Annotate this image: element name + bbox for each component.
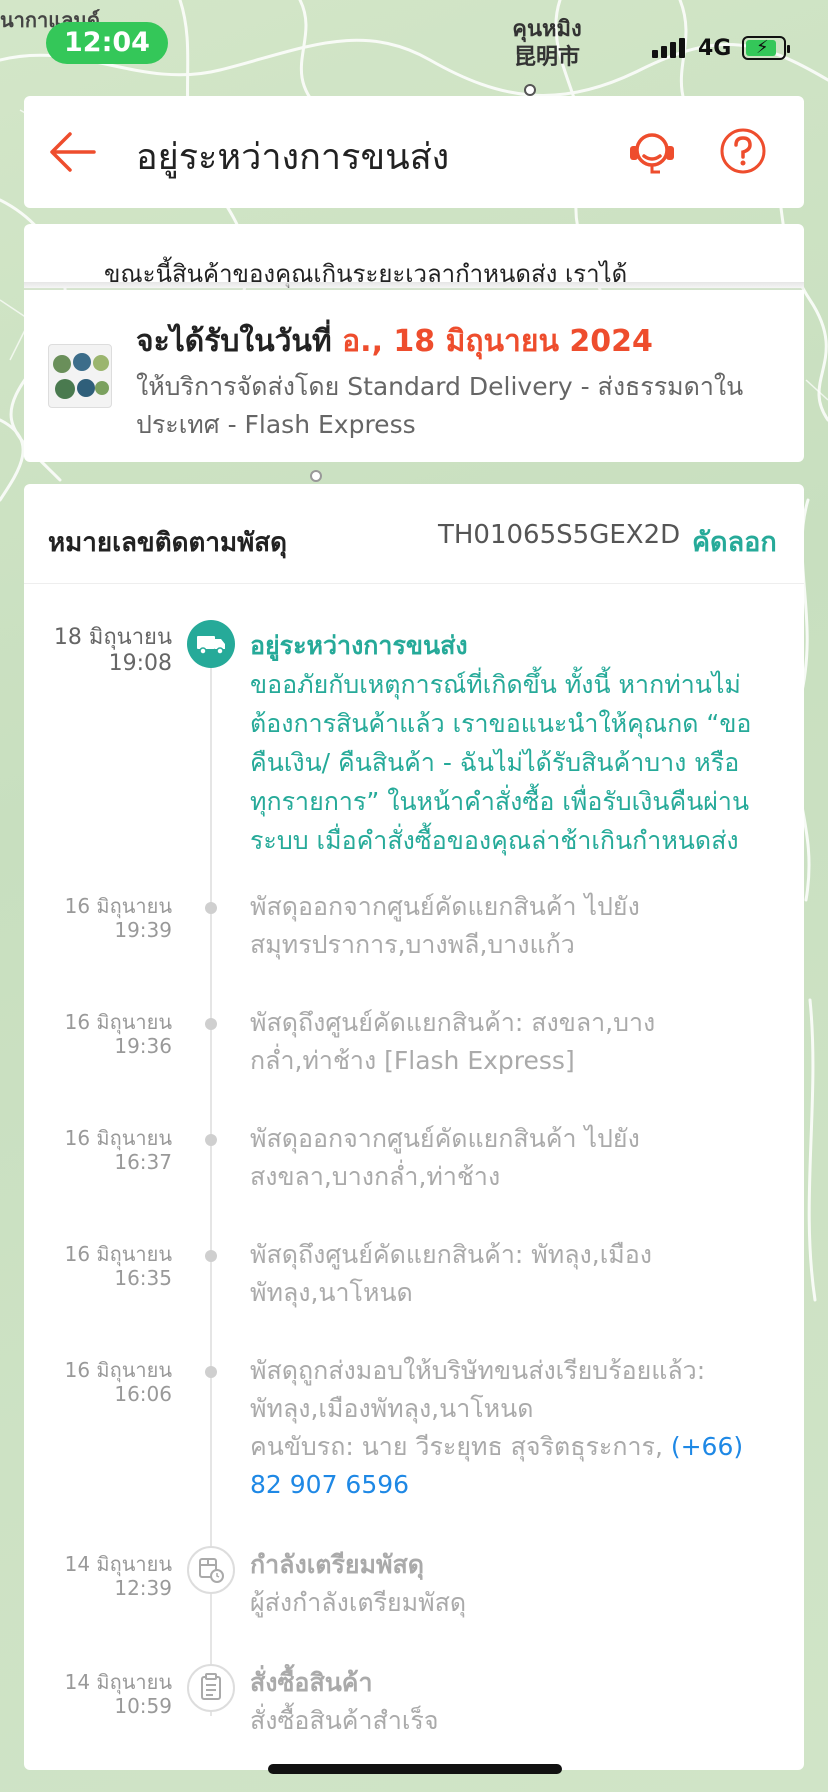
event-line: ระบบ เมื่อคำสั่งซื้อของคุณล่าช้าเกินกำหน…: [250, 826, 739, 855]
product-thumbnail[interactable]: [48, 344, 112, 408]
event-text: สั่งซื้อสินค้า สั่งซื้อสินค้าสำเร็จ: [250, 1664, 790, 1740]
home-indicator[interactable]: [268, 1764, 562, 1774]
event-text: อยู่ระหว่างการขนส่ง ขออภัยกับเหตุการณ์ที…: [250, 626, 790, 860]
tracking-number: TH01065S5GEX2D: [438, 520, 681, 550]
truck-icon: [187, 620, 235, 668]
event-text: กำลังเตรียมพัสดุ ผู้ส่งกำลังเตรียมพัสดุ: [250, 1546, 790, 1622]
event-time: 12:39: [114, 1576, 172, 1600]
event-date: 14 มิถุนายน: [64, 1670, 172, 1694]
event-line: สงขลา,บางกล่ำ,ท่าช้าง: [250, 1162, 501, 1191]
event-text: พัสดุถึงศูนย์คัดแยกสินค้า: สงขลา,บาง กล่…: [250, 1004, 790, 1080]
event-text: พัสดุถูกส่งมอบให้บริษัทขนส่งเรียบร้อยแล้…: [250, 1352, 790, 1504]
tracking-number-label: หมายเลขติดตามพัสดุ: [48, 528, 287, 558]
timeline-dot: [205, 1018, 217, 1030]
event-title: สั่งซื้อสินค้า: [250, 1668, 373, 1697]
delivery-service-line: ประเทศ - Flash Express: [136, 410, 416, 439]
event-text: พัสดุออกจากศูนย์คัดแยกสินค้า ไปยัง สมุทร…: [250, 888, 790, 964]
event-date: 16 มิถุนายน: [64, 1358, 172, 1382]
status-bar: นากาแลนด์ 12:04 คุนหมิง 昆明市 4G ⚡: [0, 0, 828, 90]
event-line: ผู้ส่งกำลังเตรียมพัสดุ: [250, 1588, 467, 1617]
help-button[interactable]: [718, 126, 768, 176]
event-time: 16:35: [114, 1266, 172, 1290]
timeline-dot: [205, 1134, 217, 1146]
event-text: พัสดุออกจากศูนย์คัดแยกสินค้า ไปยัง สงขลา…: [250, 1120, 790, 1196]
event-line: กล่ำ,ท่าช้าง [Flash Express]: [250, 1046, 575, 1075]
question-icon: [720, 128, 766, 174]
tracking-card: หมายเลขติดตามพัสดุ TH01065S5GEX2D คัดลอก…: [24, 484, 804, 1770]
tracking-number-row: หมายเลขติดตามพัสดุ TH01065S5GEX2D คัดลอก: [24, 484, 804, 584]
event-date: 14 มิถุนายน: [64, 1552, 172, 1576]
event-date: 16 มิถุนายน: [64, 1010, 172, 1034]
event-line: คืนเงิน/ คืนสินค้า - ฉันไม่ได้รับสินค้าบ…: [250, 748, 740, 777]
event-date: 16 มิถุนายน: [64, 1126, 172, 1150]
timeline-dot: [205, 1366, 217, 1378]
event-time: 19:39: [114, 918, 172, 942]
delivery-service-line: ให้บริการจัดส่งโดย Standard Delivery - ส…: [136, 372, 744, 401]
driver-name: คนขับรถ: นาย วีระยุทธ สุจริตธุระการ,: [250, 1432, 663, 1461]
signal-icon: [652, 38, 688, 58]
driver-line: คนขับรถ: นาย วีระยุทธ สุจริตธุระการ, (+6…: [250, 1428, 790, 1466]
event-line: พัสดุถึงศูนย์คัดแยกสินค้า: สงขลา,บาง: [250, 1008, 656, 1037]
event-time: 16:37: [114, 1150, 172, 1174]
event-time: 10:59: [114, 1694, 172, 1718]
map-city-thai: คุนหมิง: [512, 17, 582, 42]
event-time: 19:36: [114, 1034, 172, 1058]
support-button[interactable]: [624, 124, 680, 180]
timeline-dot: [205, 902, 217, 914]
delivery-info-card: จะได้รับในวันที่ อ., 18 มิถุนายน 2024 ให…: [24, 290, 804, 462]
map-city-cn: 昆明市: [513, 45, 580, 70]
event-date: 18 มิถุนายน: [53, 625, 172, 650]
driver-phone-link[interactable]: (+66): [671, 1432, 743, 1461]
event-line: ต้องการสินค้าแล้ว เราขอแนะนำให้คุณกด “ขอ: [250, 709, 752, 738]
event-title: อยู่ระหว่างการขนส่ง: [250, 631, 468, 660]
status-time: 12:04: [46, 22, 168, 64]
estimated-delivery: จะได้รับในวันที่ อ., 18 มิถุนายน 2024: [136, 318, 653, 365]
header-bar: อยู่ระหว่างการขนส่ง: [24, 96, 804, 208]
battery-icon: ⚡: [742, 36, 790, 60]
delay-notice[interactable]: ขณะนี้สินค้าของคุณเกินระยะเวลากำหนดส่ง เ…: [24, 224, 804, 288]
event-line: พัสดุออกจากศูนย์คัดแยกสินค้า ไปยัง: [250, 1124, 640, 1153]
estimated-delivery-label: จะได้รับในวันที่: [136, 324, 332, 359]
event-date: 16 มิถุนายน: [64, 894, 172, 918]
event-line: ขออภัยกับเหตุการณ์ที่เกิดขึ้น ทั้งนี้ หา…: [250, 670, 741, 699]
package-clock-icon: [187, 1546, 235, 1594]
map-city-label: คุนหมิง 昆明市: [492, 16, 602, 72]
event-title: กำลังเตรียมพัสดุ: [250, 1550, 425, 1579]
delivery-service: ให้บริการจัดส่งโดย Standard Delivery - ส…: [136, 368, 786, 444]
event-line: พัทลุง,นาโหนด: [250, 1278, 413, 1307]
page-title: อยู่ระหว่างการขนส่ง: [136, 137, 450, 178]
network-type: 4G: [698, 36, 732, 61]
event-line: พัสดุออกจากศูนย์คัดแยกสินค้า ไปยัง: [250, 892, 640, 921]
copy-button[interactable]: คัดลอก: [692, 520, 777, 563]
event-time: 19:08: [108, 651, 172, 676]
estimated-delivery-date: อ., 18 มิถุนายน 2024: [342, 324, 653, 359]
event-text: พัสดุถึงศูนย์คัดแยกสินค้า: พัทลุง,เมือง …: [250, 1236, 790, 1312]
arrow-left-icon: [50, 132, 96, 172]
back-button[interactable]: [48, 126, 100, 178]
event-line: พัทลุง,เมืองพัทลุง,นาโหนด: [250, 1394, 534, 1423]
event-time: 16:06: [114, 1382, 172, 1406]
driver-phone-link[interactable]: 82 907 6596: [250, 1466, 790, 1504]
event-date: 16 มิถุนายน: [64, 1242, 172, 1266]
event-line: พัสดุถูกส่งมอบให้บริษัทขนส่งเรียบร้อยแล้…: [250, 1356, 706, 1385]
event-line: สมุทรปราการ,บางพลี,บางแก้ว: [250, 930, 575, 959]
event-line: สั่งซื้อสินค้าสำเร็จ: [250, 1706, 439, 1735]
clipboard-icon: [187, 1664, 235, 1712]
headset-icon: [630, 133, 674, 174]
timeline-dot: [205, 1250, 217, 1262]
event-line: พัสดุถึงศูนย์คัดแยกสินค้า: พัทลุง,เมือง: [250, 1240, 652, 1269]
event-line: ทุกรายการ” ในหน้าคำสั่งซื้อ เพื่อรับเงิน…: [250, 787, 750, 816]
